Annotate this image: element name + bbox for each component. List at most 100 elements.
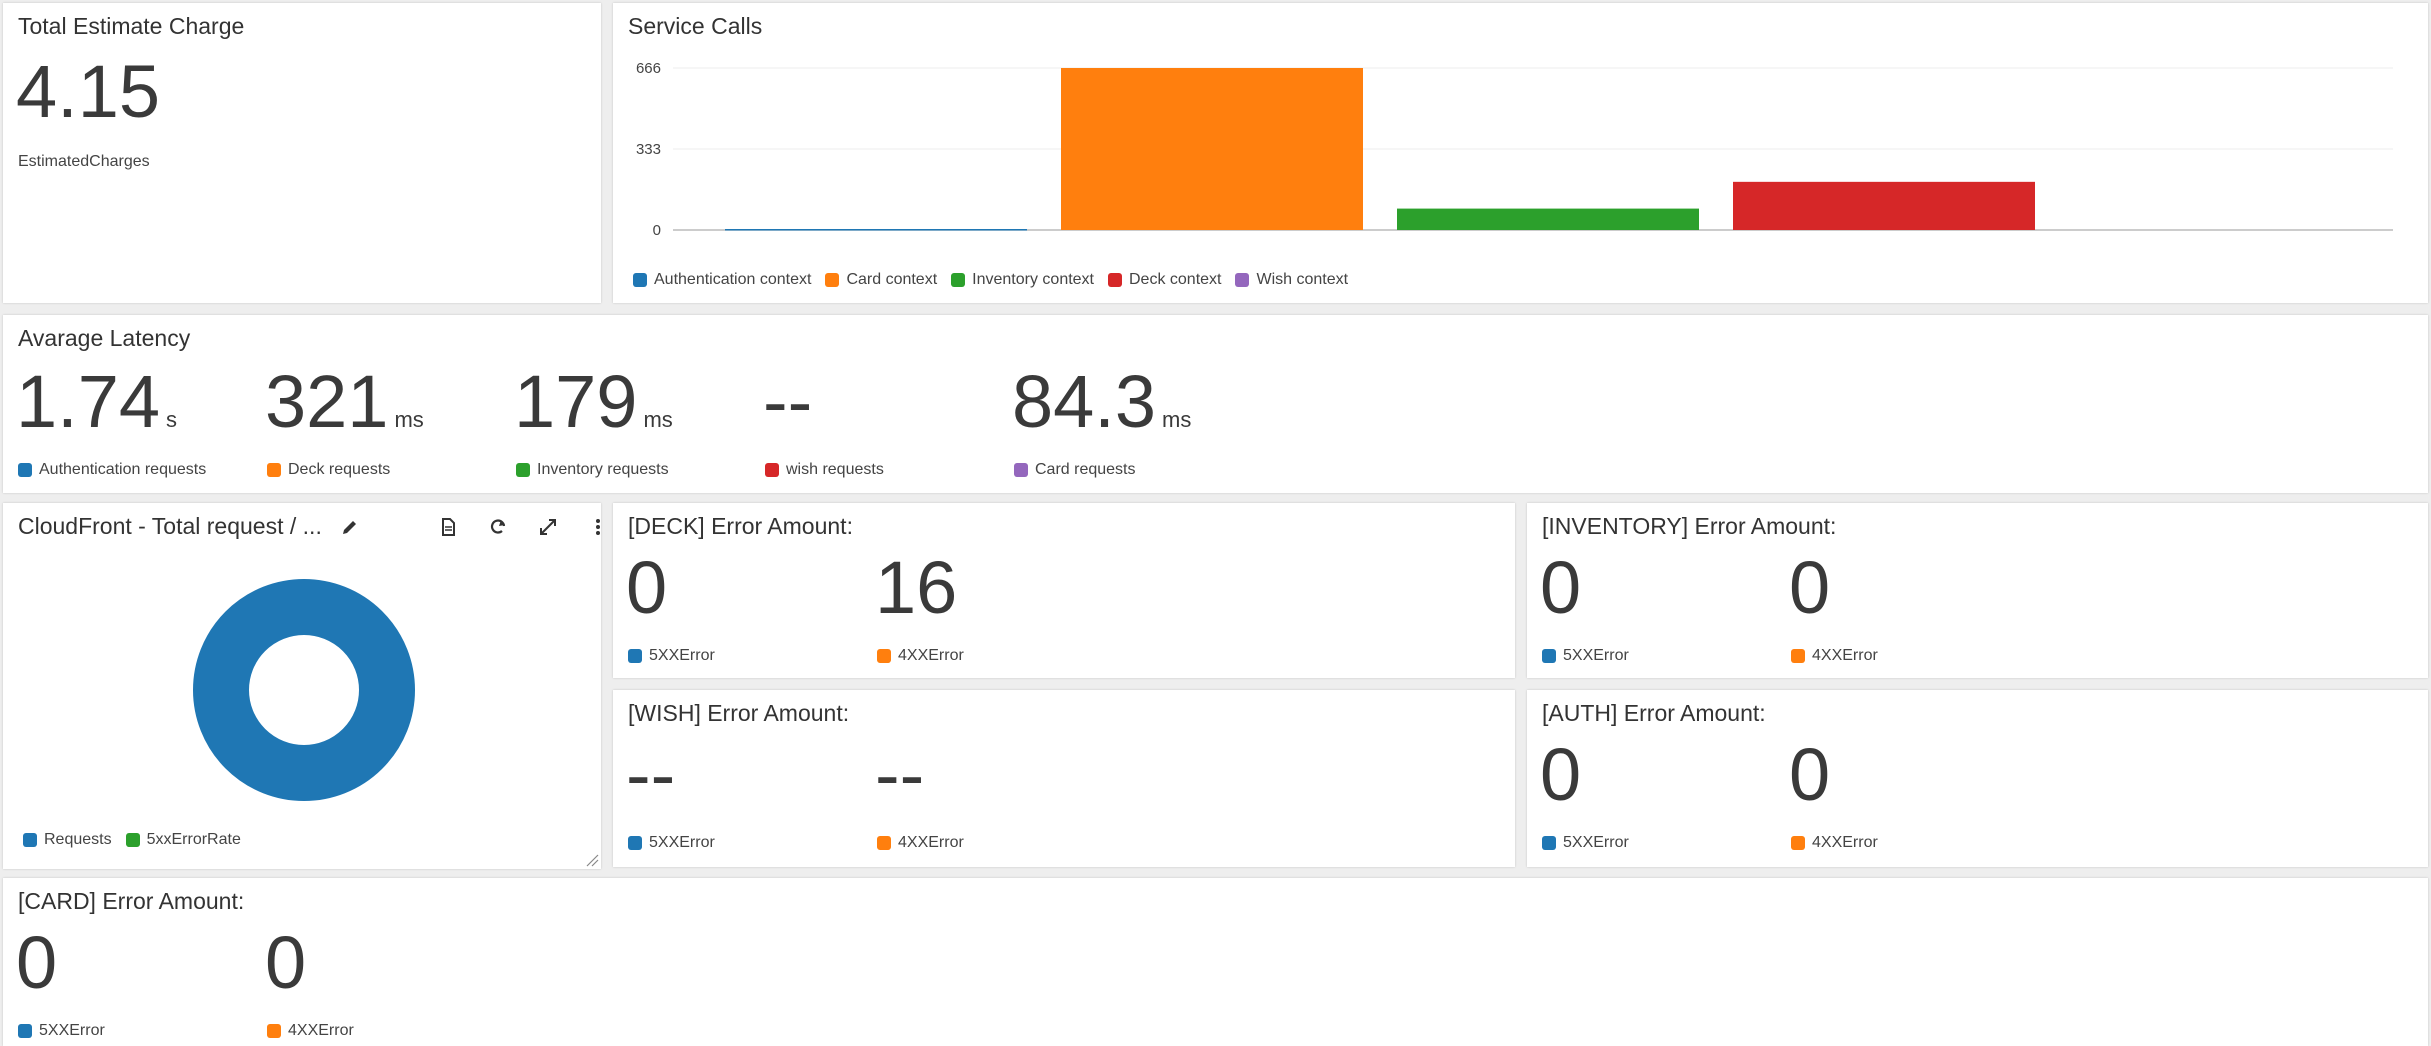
service_calls-legend-item[interactable]: Inventory context (951, 271, 1094, 289)
error-5xx-value: 0 (626, 546, 668, 629)
latency-number: -- (763, 360, 813, 443)
latency-unit: ms (643, 407, 673, 432)
latency-value: 84.3 ms (1012, 365, 1191, 439)
service_calls-legend-item[interactable]: Card context (825, 271, 937, 289)
cloudfront-legend-item[interactable]: Requests (23, 831, 112, 849)
donut-slice-requests[interactable] (193, 579, 415, 801)
service_calls-legend-item[interactable]: Wish context (1235, 271, 1348, 289)
latency-panel: Avarage Latency 1.74 s Authentication requ… (3, 315, 2428, 493)
latency-legend-item[interactable]: wish requests (765, 461, 884, 479)
panel-title: Avarage Latency (18, 325, 191, 351)
error-4xx-legend[interactable]: 4XXError (267, 1022, 354, 1040)
document-icon[interactable] (438, 517, 458, 537)
latency-number: 84.3 (1012, 360, 1157, 443)
card-error-panel: [CARD] Error Amount: 0 0 5XXError 4XXError (3, 878, 2428, 1046)
latency-number: 321 (265, 360, 389, 443)
cloudfront-legend-item[interactable]: 5xxErrorRate (125, 831, 241, 849)
legend-label: 5XXError (1563, 834, 1629, 851)
estimate-panel: Total Estimate Charge 4.15 EstimatedChar… (3, 3, 601, 303)
legend-label: 5XXError (1563, 647, 1629, 664)
error-5xx-legend[interactable]: 5XXError (628, 647, 715, 665)
error-4xx-legend[interactable]: 4XXError (1791, 834, 1878, 852)
latency-legend-item[interactable]: Authentication requests (18, 461, 206, 479)
estimate-label: EstimatedCharges (18, 153, 150, 170)
legend-label: Card requests (1035, 461, 1136, 478)
legend-swatch (23, 833, 37, 847)
error-4xx-legend[interactable]: 4XXError (877, 647, 964, 665)
service-calls-legend: Authentication context Card context Invent… (633, 271, 1348, 289)
error-5xx-value: 0 (1540, 546, 1582, 629)
refresh-icon[interactable] (488, 517, 508, 537)
bar-authentication-context[interactable] (725, 229, 1027, 231)
legend-label: Inventory context (972, 271, 1094, 288)
panel-title: Service Calls (628, 13, 763, 39)
error-5xx-legend[interactable]: 5XXError (628, 834, 715, 852)
legend-label: Requests (44, 831, 112, 848)
legend-label: Authentication context (654, 271, 812, 288)
latency-legend-item[interactable]: Card requests (1014, 461, 1136, 479)
error-4xx-legend[interactable]: 4XXError (877, 834, 964, 852)
error-5xx-legend[interactable]: 5XXError (1542, 647, 1629, 665)
legend-swatch (125, 833, 140, 847)
legend-label: Deck context (1129, 271, 1222, 288)
inventory-error-panel: [INVENTORY] Error Amount: 0 0 5XXError 4XXEr… (1527, 503, 2428, 678)
legend-swatch (633, 273, 647, 287)
latency-unit: ms (394, 407, 424, 432)
legend-swatch (18, 1024, 32, 1038)
panel-title: [WISH] Error Amount: (628, 700, 850, 726)
legend-swatch (877, 836, 891, 850)
cloudfront-legend: Requests 5xxErrorRate (23, 831, 241, 849)
expand-icon[interactable] (538, 517, 558, 537)
legend-label: 5XXError (649, 647, 715, 664)
legend-swatch (825, 273, 840, 287)
auth-error-panel: [AUTH] Error Amount: 0 0 5XXError 4XXError (1527, 690, 2428, 867)
pencil-icon[interactable] (340, 517, 360, 537)
bar-inventory-context[interactable] (1397, 208, 1699, 230)
error-5xx-legend[interactable]: 5XXError (1542, 834, 1629, 852)
latency-value: -- (763, 365, 818, 439)
error-4xx-value: -- (875, 733, 925, 816)
legend-label: Inventory requests (537, 461, 669, 478)
legend-swatch (1108, 273, 1122, 287)
latency-number: 1.74 (16, 360, 161, 443)
bar-card-context[interactable] (1061, 68, 1363, 230)
legend-swatch (516, 463, 530, 477)
legend-label: Deck requests (288, 461, 391, 478)
service_calls-legend-item[interactable]: Deck context (1108, 271, 1221, 289)
error-5xx-value: 0 (16, 921, 58, 1004)
legend-swatch (628, 649, 642, 663)
resize-handle-icon[interactable] (585, 853, 599, 867)
legend-swatch (1235, 273, 1250, 287)
error-4xx-value: 0 (1789, 546, 1831, 629)
legend-swatch (18, 463, 32, 477)
bar-deck-context[interactable] (1733, 181, 2035, 230)
legend-swatch (1014, 463, 1028, 477)
latency-legend-item[interactable]: Deck requests (267, 461, 390, 479)
legend-label: 4XXError (898, 647, 964, 664)
legend-swatch (1791, 836, 1805, 850)
latency-legend-item[interactable]: Inventory requests (516, 461, 669, 479)
service_calls-legend-item[interactable]: Authentication context (633, 271, 811, 289)
panel-title: Total Estimate Charge (18, 13, 245, 39)
legend-swatch (765, 463, 779, 477)
legend-swatch (1791, 649, 1805, 663)
legend-swatch (1542, 649, 1556, 663)
wish-error-panel: [WISH] Error Amount: -- -- 5XXError 4XXError (613, 690, 1515, 867)
legend-label: 5xxErrorRate (146, 831, 241, 848)
legend-label: 4XXError (288, 1022, 354, 1039)
error-5xx-value: 0 (1540, 733, 1582, 816)
error-5xx-legend[interactable]: 5XXError (18, 1022, 105, 1040)
legend-swatch (267, 463, 281, 477)
error-4xx-legend[interactable]: 4XXError (1791, 647, 1878, 665)
y-tick-label: 666 (636, 60, 661, 77)
legend-label: Authentication requests (39, 461, 207, 478)
legend-label: wish requests (786, 461, 884, 478)
cloudfront-panel: CloudFront - Total request / ... Request… (3, 503, 601, 869)
y-tick-label: 333 (636, 141, 661, 158)
more-vertical-icon[interactable] (588, 517, 601, 537)
legend-swatch (877, 649, 891, 663)
latency-number: 179 (514, 360, 638, 443)
panel-title: [CARD] Error Amount: (18, 888, 245, 914)
legend-label: Wish context (1256, 271, 1349, 288)
error-4xx-value: 0 (1789, 733, 1831, 816)
